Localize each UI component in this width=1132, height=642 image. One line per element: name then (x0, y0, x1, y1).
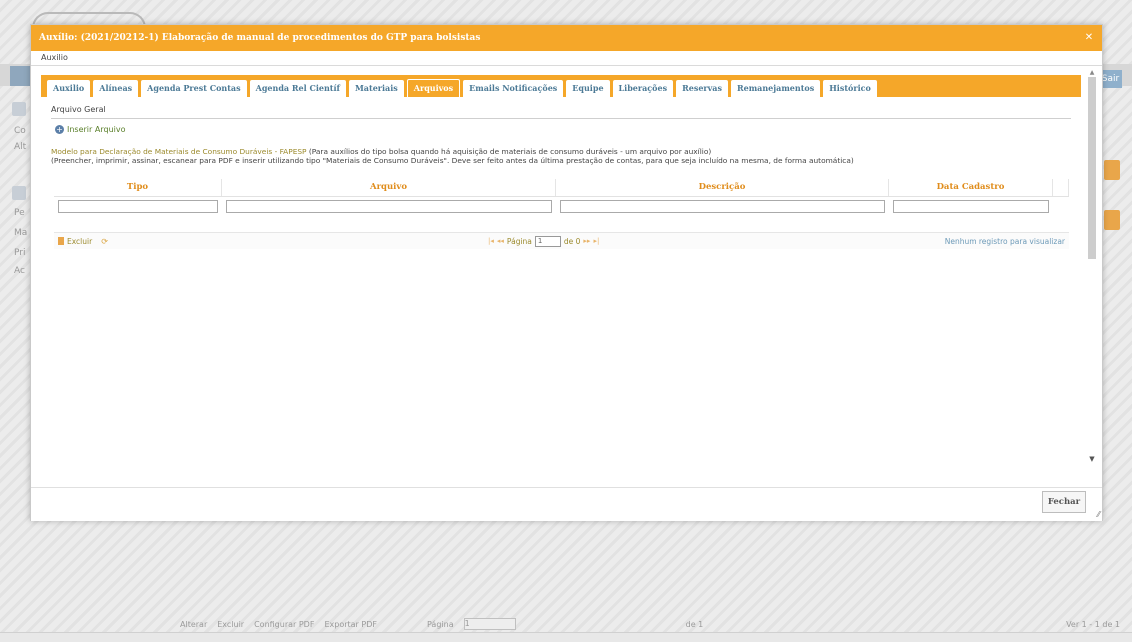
column-header-tipo[interactable]: Tipo (54, 179, 222, 196)
column-header-arquivo[interactable]: Arquivo (222, 179, 556, 196)
vertical-scrollbar[interactable]: ▲ ▼ (1086, 69, 1098, 465)
page-label: Página (426, 619, 454, 629)
side-action-button (1104, 210, 1120, 230)
dialog-title: Auxílio: (2021/20212-1) Elaboração de ma… (39, 33, 481, 43)
last-page-icon[interactable]: ▸| (593, 237, 599, 245)
column-header-data-cadastro[interactable]: Data Cadastro (889, 179, 1053, 196)
tab-materiais[interactable]: Materiais (348, 80, 404, 97)
tab-alineas[interactable]: Alíneas (93, 80, 139, 97)
page-label: Página (506, 236, 532, 246)
plus-icon: + (55, 125, 64, 134)
close-icon[interactable]: ✕ (1082, 25, 1096, 51)
scrollbar-thumb[interactable] (1088, 77, 1096, 259)
resize-grip-icon[interactable]: ⁄⁄ (1097, 510, 1100, 519)
sidebar-label: Pri (14, 248, 26, 258)
first-page-icon[interactable]: |◂ (488, 237, 494, 245)
sidebar-label: Alt (14, 142, 27, 152)
files-grid: Tipo Arquivo Descrição Data Cadastro (54, 179, 1069, 231)
sidebar-icon (12, 102, 26, 116)
tab-remanejamentos[interactable]: Remanejamentos (730, 80, 821, 97)
close-button[interactable]: Fechar (1042, 491, 1086, 513)
dialog-footer: Fechar ⁄⁄ (31, 487, 1102, 521)
delete-button[interactable]: Excluir (67, 237, 92, 246)
column-header-descricao[interactable]: Descrição (556, 179, 889, 196)
sidebar-icon (12, 186, 26, 200)
grid-pager: Excluir ⟳ |◂ ◂◂ Página 1 de 0 ▸▸ ▸| Nenh… (54, 232, 1069, 249)
alterar-link: Alterar (180, 619, 208, 629)
page-input[interactable]: 1 (534, 235, 561, 247)
dialog-subheader: Auxilio (31, 51, 1102, 66)
instructions-note: Modelo para Declaração de Materiais de C… (51, 147, 854, 165)
note-line-1: (Para auxílios do tipo bolsa quando há a… (306, 147, 712, 156)
configurar-pdf-link: Configurar PDF (254, 619, 315, 629)
insert-file-button[interactable]: + Inserir Arquivo (55, 125, 125, 134)
tab-arquivos[interactable]: Arquivos (406, 79, 461, 97)
tab-auxilio[interactable]: Auxilio (47, 80, 91, 97)
background-footer-toolbar: Alterar Excluir Configurar PDF Exportar … (180, 616, 1120, 632)
side-action-button (1104, 160, 1120, 180)
scroll-up-icon[interactable]: ▲ (1086, 69, 1098, 77)
trash-icon (58, 237, 64, 245)
page-total: de 1 (685, 619, 704, 629)
dialog-titlebar[interactable]: Auxílio: (2021/20212-1) Elaboração de ma… (31, 25, 1102, 51)
section-title: Arquivo Geral (51, 105, 106, 114)
tab-liberacoes[interactable]: Liberações (612, 80, 674, 97)
prev-page-icon[interactable]: ◂◂ (497, 237, 504, 245)
sidebar-label: Co (14, 126, 26, 136)
filter-arquivo-input[interactable] (226, 200, 552, 213)
sidebar-label: Ma (14, 228, 28, 238)
filter-descricao-input[interactable] (560, 200, 885, 213)
filter-data-cadastro-input[interactable] (893, 200, 1049, 213)
tab-agenda-prest-contas[interactable]: Agenda Prest Contas (141, 80, 247, 97)
tab-emails-notificacoes[interactable]: Emails Notificações (463, 80, 564, 97)
tab-bar: Auxilio Alíneas Agenda Prest Contas Agen… (41, 75, 1081, 97)
refresh-icon[interactable]: ⟳ (101, 237, 108, 246)
filter-tipo-input[interactable] (58, 200, 218, 213)
auxilio-dialog: Auxílio: (2021/20212-1) Elaboração de ma… (30, 24, 1103, 521)
grid-header: Tipo Arquivo Descrição Data Cadastro (54, 179, 1069, 197)
note-line-2: (Preencher, imprimir, assinar, escanear … (51, 156, 854, 165)
section-divider (51, 118, 1071, 119)
page-input: 1 (463, 618, 516, 630)
tab-equipe[interactable]: Equipe (566, 80, 610, 97)
tab-agenda-rel-cientif[interactable]: Agenda Rel Científ (249, 80, 346, 97)
page-total: de 0 (563, 236, 581, 246)
tab-historico[interactable]: Histórico (823, 80, 877, 97)
tab-reservas[interactable]: Reservas (676, 80, 728, 97)
dialog-content: Auxilio Alíneas Agenda Prest Contas Agen… (31, 67, 1084, 487)
grid-filter-row (54, 197, 1069, 217)
declaration-template-link[interactable]: Modelo para Declaração de Materiais de C… (51, 147, 307, 156)
column-header-spacer (1053, 179, 1069, 196)
sidebar-label: Pe (14, 208, 25, 218)
insert-file-label: Inserir Arquivo (67, 125, 126, 134)
records-count: Ver 1 - 1 de 1 (1066, 619, 1120, 629)
exportar-pdf-link: Exportar PDF (324, 619, 377, 629)
next-page-icon[interactable]: ▸▸ (583, 237, 590, 245)
scroll-down-icon[interactable]: ▼ (1086, 455, 1098, 465)
sidebar-label: Ac (14, 266, 25, 276)
empty-records-message: Nenhum registro para visualizar (944, 236, 1065, 246)
excluir-link: Excluir (217, 619, 245, 629)
